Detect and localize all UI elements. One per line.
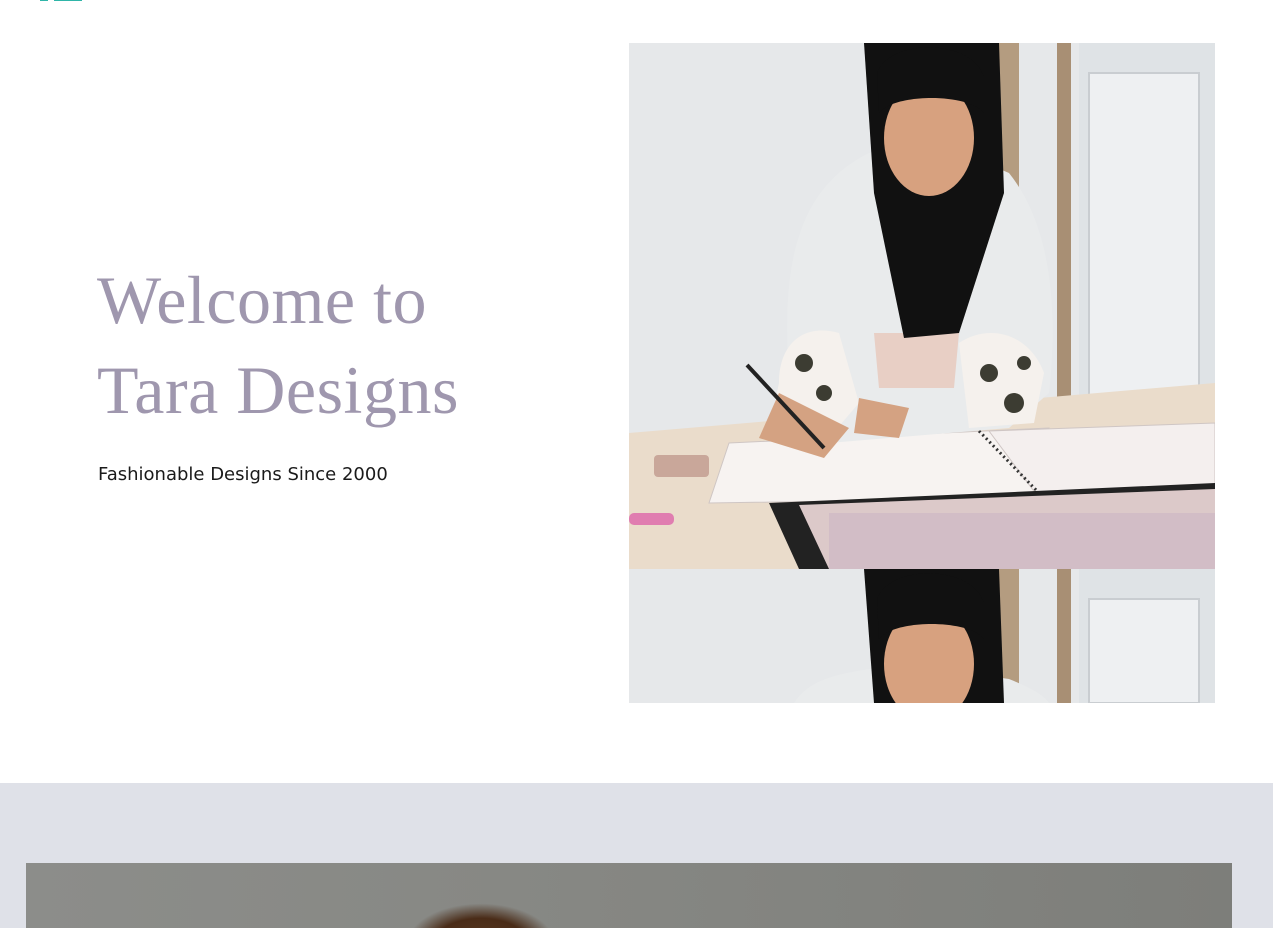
designer-photo-repeat bbox=[629, 569, 1215, 703]
gallery-band bbox=[0, 783, 1273, 928]
site-logo[interactable] bbox=[40, 0, 84, 2]
designer-photo bbox=[629, 43, 1215, 569]
hero-title: Welcome to Tara Designs bbox=[97, 255, 459, 435]
hero-subtitle: Fashionable Designs Since 2000 bbox=[98, 464, 388, 485]
model-photo bbox=[26, 863, 1232, 928]
hero-title-line-2: Tara Designs bbox=[97, 352, 459, 428]
hero-title-line-1: Welcome to bbox=[97, 262, 427, 338]
page: Welcome to Tara Designs Fashionable Desi… bbox=[0, 0, 1273, 928]
hero-image bbox=[629, 43, 1215, 703]
